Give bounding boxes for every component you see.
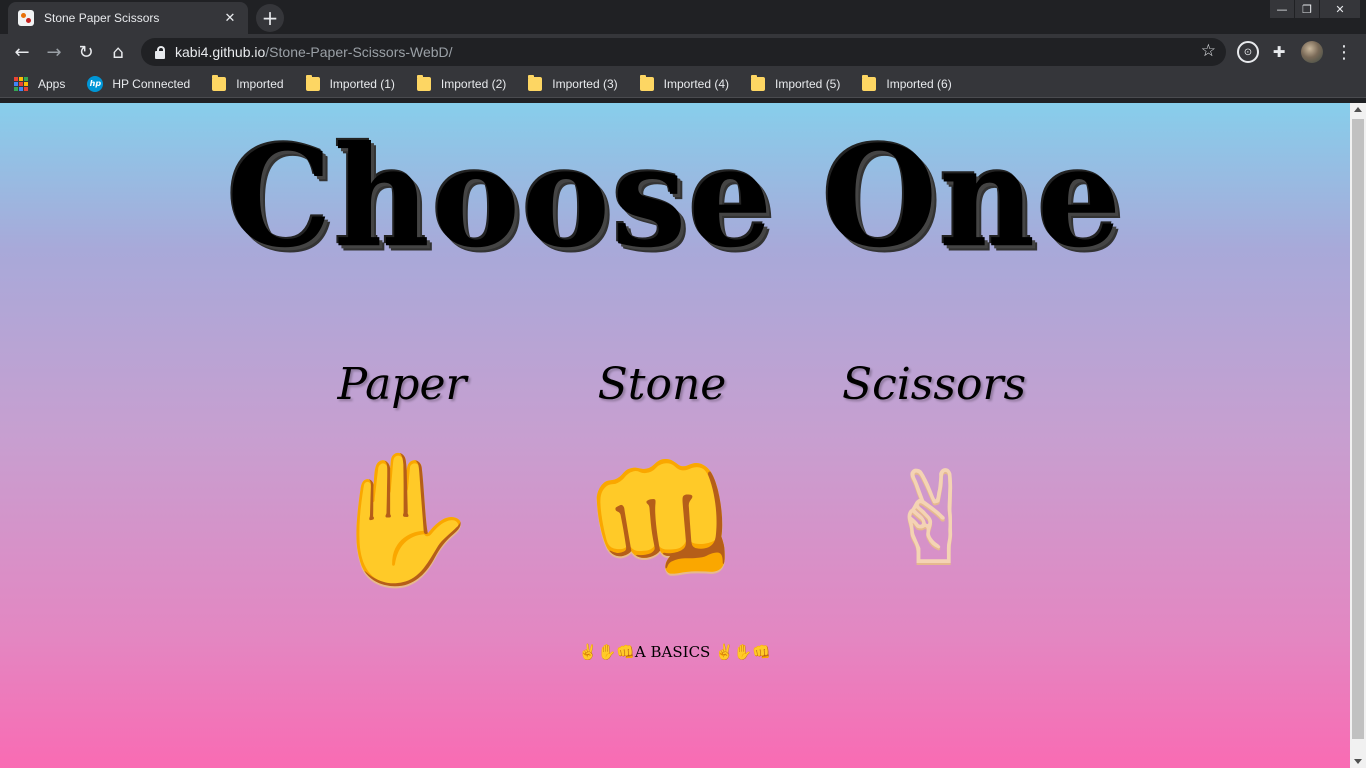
reload-icon[interactable]: ↻ bbox=[74, 40, 98, 64]
choice-label-scissors: Scissors bbox=[841, 359, 1027, 410]
choice-scissors[interactable]: Scissors ✌ bbox=[834, 353, 1034, 605]
bookmark-label: Imported (2) bbox=[440, 76, 507, 91]
choice-label-stone: Stone bbox=[597, 359, 727, 410]
new-tab-button[interactable]: + bbox=[256, 4, 284, 32]
lock-icon[interactable] bbox=[153, 45, 167, 59]
bookmark-label: Imported (3) bbox=[552, 76, 618, 91]
site-favicon-icon bbox=[18, 10, 34, 26]
folder-icon bbox=[305, 74, 320, 91]
folder-icon bbox=[751, 74, 765, 91]
bookmark-label: Imported (1) bbox=[329, 76, 395, 91]
bookmark-label: Apps bbox=[38, 76, 66, 91]
bookmark-label: Imported (5) bbox=[775, 76, 841, 91]
profile-avatar[interactable] bbox=[1301, 41, 1323, 63]
folder-icon bbox=[416, 74, 431, 91]
bookmark-folder-imported-1[interactable]: Imported (1) bbox=[305, 72, 395, 96]
extension-icon[interactable]: ⊙ bbox=[1237, 41, 1259, 63]
footer-text: ✌✋👊A BASICS ✌✋👊 bbox=[578, 643, 772, 661]
window-close-button[interactable]: ✕ bbox=[1320, 0, 1360, 18]
page-viewport: Choose One Paper ✋ Stone 👊 Scissors ✌ ✌✋… bbox=[0, 103, 1350, 768]
bookmark-label: HP Connected bbox=[112, 76, 191, 91]
browser-toolbar: ← → ↻ ⌂ kabi4.github.io/Stone-Paper-Scis… bbox=[0, 34, 1366, 70]
folder-icon bbox=[212, 74, 227, 91]
hp-icon: hp bbox=[87, 75, 104, 92]
page-title: Choose One bbox=[226, 116, 1124, 279]
apps-grid-icon bbox=[14, 76, 28, 91]
folder-icon bbox=[528, 74, 543, 91]
bookmark-folder-imported-3[interactable]: Imported (3) bbox=[528, 72, 618, 96]
bookmark-label: Imported (4) bbox=[663, 76, 729, 91]
bookmark-folder-imported-6[interactable]: Imported (6) bbox=[862, 72, 952, 96]
url-host: kabi4.github.io bbox=[175, 44, 266, 60]
minimize-button[interactable]: — bbox=[1270, 0, 1294, 18]
scissors-hand-icon[interactable]: ✌ bbox=[834, 435, 1034, 605]
tab-strip: Stone Paper Scissors ✕ + — ❐ ✕ bbox=[0, 0, 1366, 34]
bookmark-label: Imported (6) bbox=[886, 76, 952, 91]
forward-arrow-icon[interactable]: → bbox=[42, 40, 66, 64]
page-scrollbar[interactable] bbox=[1350, 103, 1366, 768]
folder-icon bbox=[639, 74, 654, 91]
address-bar[interactable]: kabi4.github.io/Stone-Paper-Scissors-Web… bbox=[141, 38, 1226, 66]
browser-menu-icon[interactable]: ⋮ bbox=[1334, 41, 1354, 63]
tab-title: Stone Paper Scissors bbox=[44, 11, 160, 25]
bookmark-star-icon[interactable]: ☆ bbox=[1201, 41, 1216, 61]
choice-paper[interactable]: Paper ✋ bbox=[302, 353, 502, 605]
scrollbar-thumb[interactable] bbox=[1352, 119, 1364, 739]
browser-tab[interactable]: Stone Paper Scissors ✕ bbox=[8, 2, 248, 34]
bookmark-hp-connected[interactable]: hp HP Connected bbox=[87, 72, 190, 96]
scroll-up-arrow-icon[interactable] bbox=[1354, 107, 1362, 112]
paper-hand-icon[interactable]: ✋ bbox=[302, 435, 502, 605]
bookmark-folder-imported-2[interactable]: Imported (2) bbox=[416, 72, 507, 96]
bookmark-apps[interactable]: Apps bbox=[14, 72, 65, 96]
bookmark-label: Imported bbox=[236, 76, 284, 91]
url-path: /Stone-Paper-Scissors-WebD/ bbox=[265, 44, 453, 60]
bookmark-folder-imported-4[interactable]: Imported (4) bbox=[639, 72, 729, 96]
bookmarks-bar: Apps hp HP Connected Imported Imported (… bbox=[0, 70, 1366, 98]
bookmark-folder-imported[interactable]: Imported bbox=[212, 72, 284, 96]
scroll-down-arrow-icon[interactable] bbox=[1354, 759, 1362, 764]
tab-close-icon[interactable]: ✕ bbox=[222, 11, 238, 26]
bookmark-folder-imported-5[interactable]: Imported (5) bbox=[751, 72, 840, 96]
choice-stone[interactable]: Stone 👊 bbox=[562, 353, 762, 605]
extensions-puzzle-icon[interactable]: ✚ bbox=[1268, 41, 1290, 63]
stone-fist-icon[interactable]: 👊 bbox=[562, 435, 762, 605]
restore-button[interactable]: ❐ bbox=[1295, 0, 1319, 18]
folder-icon bbox=[862, 74, 877, 91]
back-arrow-icon[interactable]: ← bbox=[10, 40, 34, 64]
choice-label-paper: Paper bbox=[337, 359, 467, 410]
home-icon[interactable]: ⌂ bbox=[106, 40, 130, 64]
